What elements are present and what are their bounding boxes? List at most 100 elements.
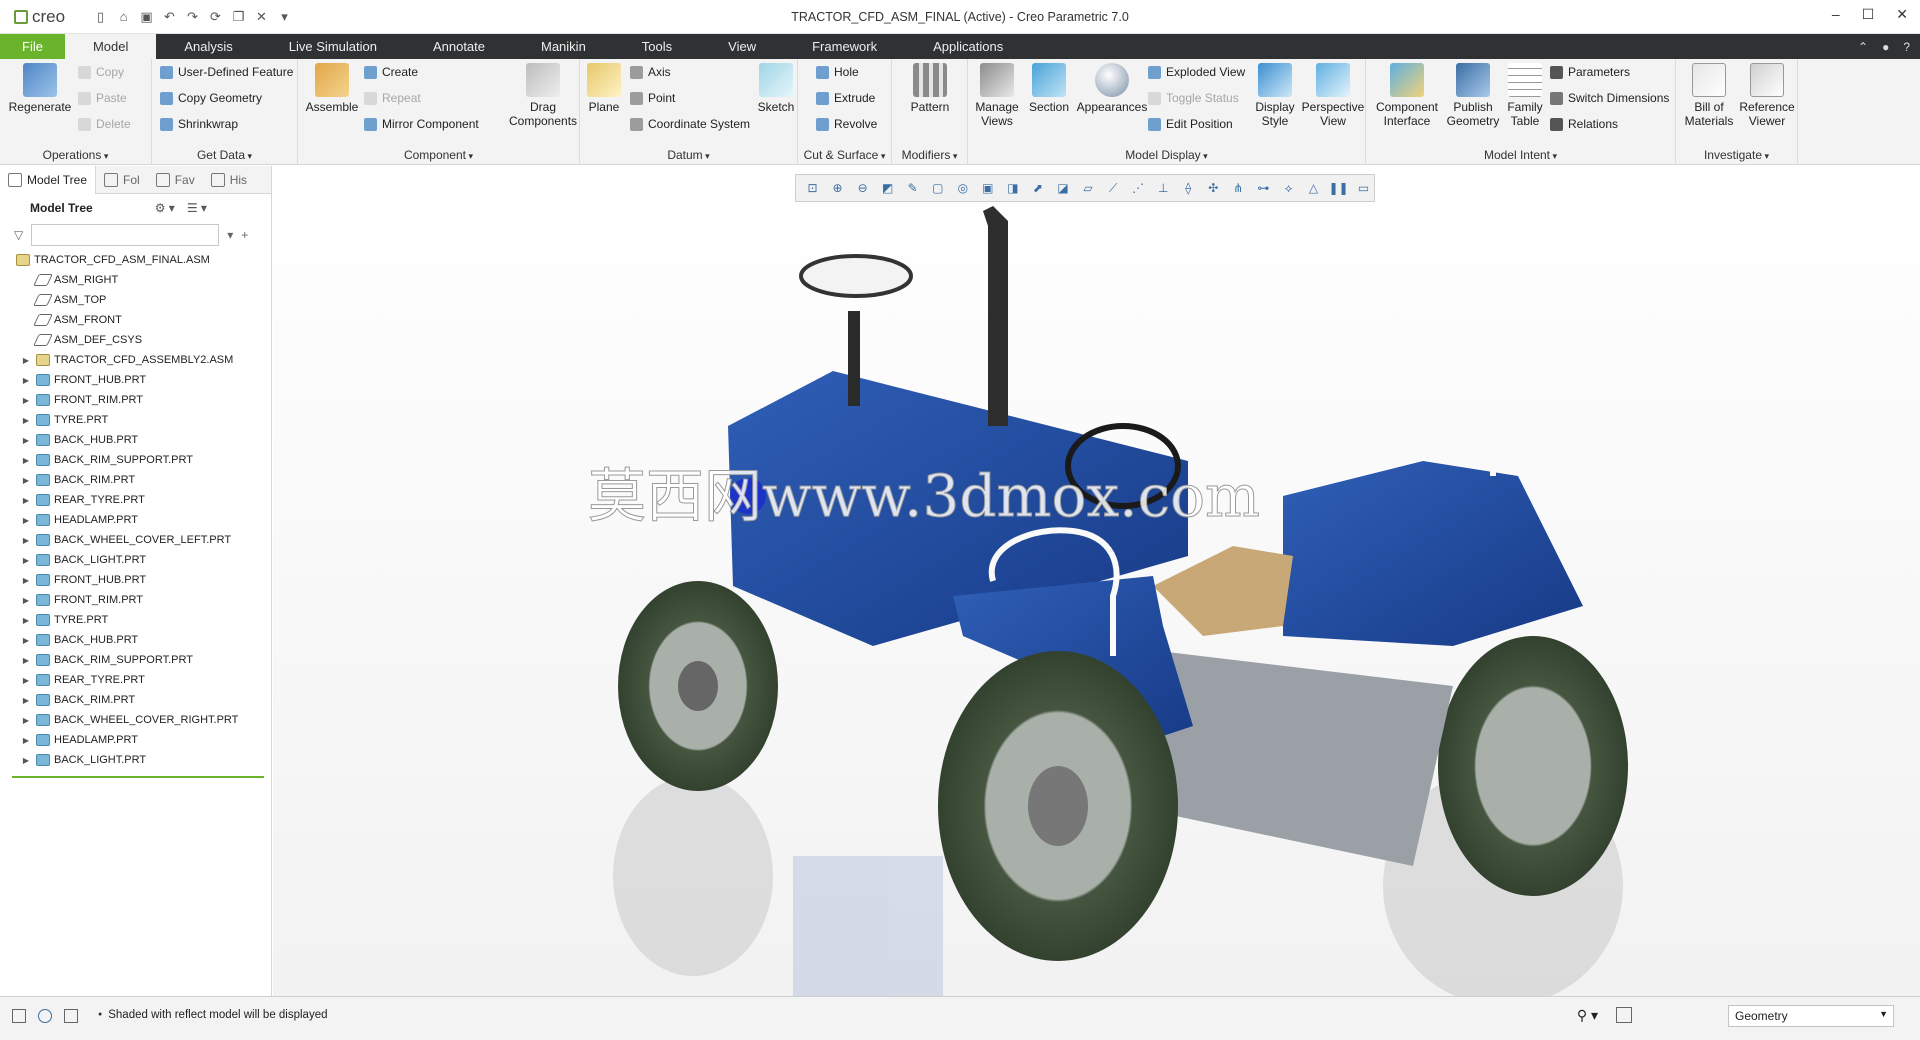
tab-live-simulation[interactable]: Live Simulation [261, 34, 405, 59]
expand-arrow-icon[interactable]: ▶ [20, 396, 32, 405]
tab-view[interactable]: View [700, 34, 784, 59]
parameters-button[interactable]: Parameters [1550, 65, 1630, 79]
selection-filter-dropdown[interactable]: Geometry ▼ [1728, 1005, 1894, 1027]
tree-item[interactable]: ▶ HEADLAMP.PRT [0, 730, 271, 750]
udf-button[interactable]: User-Defined Feature [160, 65, 293, 79]
tab-model-tree[interactable]: Model Tree [0, 165, 97, 194]
tree-item[interactable]: ASM_TOP [0, 290, 271, 310]
undo-icon[interactable]: ↶ [161, 8, 178, 25]
minimize-icon[interactable]: – [1832, 6, 1840, 23]
search-help-icon[interactable]: ● [1882, 40, 1889, 54]
appearances-button[interactable]: Appearances [1074, 63, 1150, 114]
section-button[interactable]: Section [1024, 63, 1074, 114]
filter-icon[interactable]: ▽ [14, 228, 23, 242]
tab-history[interactable]: His [203, 166, 255, 194]
tree-item[interactable]: ASM_RIGHT [0, 270, 271, 290]
expand-arrow-icon[interactable]: ▶ [20, 536, 32, 545]
tree-item[interactable]: ▶ FRONT_RIM.PRT [0, 590, 271, 610]
tractor-model[interactable]: 莫西网www.3dmox.com [273, 166, 1920, 996]
reference-viewer-button[interactable]: Reference Viewer [1738, 63, 1796, 128]
show-navigator-icon[interactable] [12, 1009, 26, 1023]
tree-item[interactable]: ▶ FRONT_HUB.PRT [0, 570, 271, 590]
expand-arrow-icon[interactable]: ▶ [20, 676, 32, 685]
drag-components-button[interactable]: Drag Components [509, 63, 577, 128]
investigate-group-label[interactable]: Investigate [1676, 148, 1797, 162]
tree-item[interactable]: ▶ BACK_RIM.PRT [0, 470, 271, 490]
expand-arrow-icon[interactable]: ▶ [20, 736, 32, 745]
modifiers-group-label[interactable]: Modifiers [892, 148, 967, 162]
pattern-button[interactable]: Pattern [902, 63, 958, 114]
new-icon[interactable]: ▯ [92, 8, 109, 25]
tree-item[interactable]: ▶ FRONT_HUB.PRT [0, 370, 271, 390]
tree-item[interactable]: ▶ BACK_WHEEL_COVER_RIGHT.PRT [0, 710, 271, 730]
toggle-status-button[interactable]: Toggle Status [1148, 91, 1239, 105]
operations-group-label[interactable]: Operations [0, 148, 151, 162]
tab-model[interactable]: Model [64, 34, 157, 59]
expand-arrow-icon[interactable]: ▶ [20, 616, 32, 625]
find-icon[interactable]: ⚲ ▾ [1577, 1007, 1598, 1024]
tab-annotate[interactable]: Annotate [405, 34, 513, 59]
browser-icon[interactable] [38, 1009, 52, 1023]
get-data-group-label[interactable]: Get Data [152, 148, 297, 162]
customize-qat-icon[interactable]: ▾ [276, 8, 293, 25]
shrinkwrap-button[interactable]: Shrinkwrap [160, 117, 238, 131]
model-intent-group-label[interactable]: Model Intent [1366, 148, 1675, 162]
tab-applications[interactable]: Applications [905, 34, 1031, 59]
tree-item[interactable]: ▶ BACK_HUB.PRT [0, 430, 271, 450]
cut-surface-group-label[interactable]: Cut & Surface [798, 148, 891, 162]
exploded-view-button[interactable]: Exploded View [1148, 65, 1245, 79]
tree-item[interactable]: ▶ BACK_LIGHT.PRT [0, 750, 271, 770]
axis-button[interactable]: Axis [630, 65, 671, 79]
expand-arrow-icon[interactable]: ▶ [20, 656, 32, 665]
tree-item[interactable]: ▶ FRONT_RIM.PRT [0, 390, 271, 410]
collapse-ribbon-icon[interactable]: ⌃ [1858, 40, 1868, 54]
tree-item[interactable]: ▶ BACK_LIGHT.PRT [0, 550, 271, 570]
tab-analysis[interactable]: Analysis [156, 34, 260, 59]
tree-root[interactable]: TRACTOR_CFD_ASM_FINAL.ASM [0, 250, 271, 270]
assemble-button[interactable]: Assemble [304, 63, 360, 114]
create-button[interactable]: Create [364, 65, 418, 79]
family-table-button[interactable]: Family Table [1502, 63, 1548, 128]
bill-of-materials-button[interactable]: Bill of Materials [1680, 63, 1738, 128]
plane-button[interactable]: Plane [584, 63, 624, 114]
manage-views-button[interactable]: Manage Views [972, 63, 1022, 128]
expand-arrow-icon[interactable]: ▶ [20, 756, 32, 765]
tree-search-input[interactable] [31, 224, 220, 246]
copy-button[interactable]: Copy [78, 65, 124, 79]
open-icon[interactable]: ⌂ [115, 8, 132, 25]
expand-arrow-icon[interactable]: ▶ [20, 356, 32, 365]
perspective-view-button[interactable]: Perspective View [1302, 63, 1364, 128]
expand-arrow-icon[interactable]: ▶ [20, 456, 32, 465]
expand-arrow-icon[interactable]: ▶ [20, 436, 32, 445]
tree-item[interactable]: ▶ TRACTOR_CFD_ASSEMBLY2.ASM [0, 350, 271, 370]
delete-button[interactable]: Delete [78, 117, 131, 131]
component-interface-button[interactable]: Component Interface [1370, 63, 1444, 128]
tab-manikin[interactable]: Manikin [513, 34, 614, 59]
coordinate-system-button[interactable]: Coordinate System [630, 117, 750, 131]
expand-arrow-icon[interactable]: ▶ [20, 696, 32, 705]
tree-item[interactable]: ▶ REAR_TYRE.PRT [0, 490, 271, 510]
regenerate-qat-icon[interactable]: ⟳ [207, 8, 224, 25]
tree-show-icon[interactable]: ☰ ▾ [187, 201, 207, 215]
tab-file[interactable]: File [0, 34, 65, 59]
publish-geometry-button[interactable]: Publish Geometry [1444, 63, 1502, 128]
relations-button[interactable]: Relations [1550, 117, 1618, 131]
expand-arrow-icon[interactable]: ▶ [20, 416, 32, 425]
tab-framework[interactable]: Framework [784, 34, 905, 59]
tree-item[interactable]: ASM_DEF_CSYS [0, 330, 271, 350]
tree-item[interactable]: ▶ BACK_RIM_SUPPORT.PRT [0, 650, 271, 670]
tree-item[interactable]: ▶ BACK_WHEEL_COVER_LEFT.PRT [0, 530, 271, 550]
save-icon[interactable]: ▣ [138, 8, 155, 25]
expand-arrow-icon[interactable]: ▶ [20, 596, 32, 605]
windows-icon[interactable]: ❐ [230, 8, 247, 25]
edit-position-button[interactable]: Edit Position [1148, 117, 1233, 131]
tree-item[interactable]: ▶ TYRE.PRT [0, 610, 271, 630]
paste-button[interactable]: Paste [78, 91, 127, 105]
expand-arrow-icon[interactable]: ▶ [20, 516, 32, 525]
display-style-button[interactable]: Display Style [1250, 63, 1300, 128]
close-icon[interactable]: ✕ [1896, 6, 1908, 23]
expand-arrow-icon[interactable]: ▶ [20, 636, 32, 645]
repeat-button[interactable]: Repeat [364, 91, 421, 105]
redo-icon[interactable]: ↷ [184, 8, 201, 25]
datum-group-label[interactable]: Datum [580, 148, 797, 162]
